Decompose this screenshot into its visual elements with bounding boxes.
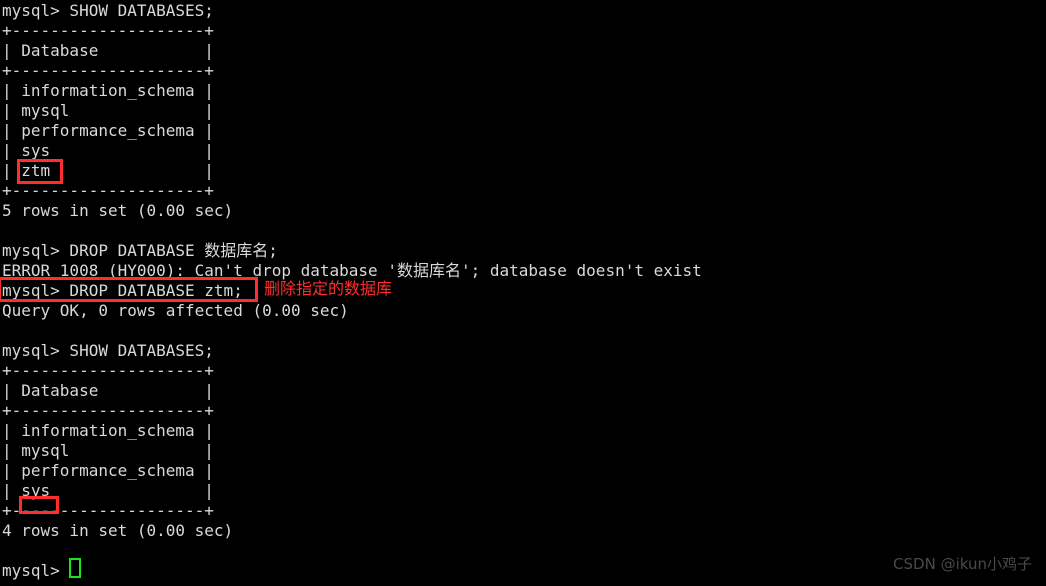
terminal-line-status: 4 rows in set (0.00 sec) xyxy=(2,521,234,540)
terminal-line-table-row: | sys | xyxy=(2,141,214,160)
terminal-line-command: mysql> SHOW DATABASES; xyxy=(2,341,214,360)
terminal-line-table-row: | information_schema | xyxy=(2,421,214,440)
terminal-line-command: mysql> DROP DATABASE ztm; xyxy=(2,281,243,300)
terminal-line-table-border: +--------------------+ xyxy=(2,61,214,80)
text-cursor xyxy=(69,558,81,578)
annotation-drop-database-label: 删除指定的数据库 xyxy=(264,279,393,298)
terminal-output[interactable]: mysql> SHOW DATABASES; +-----------------… xyxy=(0,0,1046,581)
csdn-watermark: CSDN @ikun小鸡子 xyxy=(893,555,1032,573)
terminal-line-table-row: | performance_schema | xyxy=(2,121,214,140)
terminal-line-table-row: | information_schema | xyxy=(2,81,214,100)
terminal-line-status: Query OK, 0 rows affected (0.00 sec) xyxy=(2,301,349,320)
terminal-line-error: ERROR 1008 (HY000): Can't drop database … xyxy=(2,261,702,280)
terminal-line-table-border: +--------------------+ xyxy=(2,401,214,420)
terminal-line-table-row: | mysql | xyxy=(2,101,214,120)
terminal-line-command: mysql> SHOW DATABASES; xyxy=(2,1,214,20)
terminal-line-prompt: mysql> xyxy=(2,561,70,580)
terminal-line-table-border: +--------------------+ xyxy=(2,361,214,380)
terminal-line-table-row: | performance_schema | xyxy=(2,461,214,480)
terminal-screen: mysql> SHOW DATABASES; +-----------------… xyxy=(0,0,1046,586)
terminal-line-status: 5 rows in set (0.00 sec) xyxy=(2,201,234,220)
terminal-line-table-row: | ztm | xyxy=(2,161,214,180)
terminal-line-table-border: +--------------------+ xyxy=(2,21,214,40)
terminal-line-table-border: +--------------------+ xyxy=(2,181,214,200)
terminal-line-table-border: +--------------------+ xyxy=(2,501,214,520)
terminal-line-command: mysql> DROP DATABASE 数据库名; xyxy=(2,241,278,260)
terminal-line-table-row: | sys | xyxy=(2,481,214,500)
terminal-line-table-header: | Database | xyxy=(2,381,214,400)
terminal-line-table-header: | Database | xyxy=(2,41,214,60)
terminal-line-table-row: | mysql | xyxy=(2,441,214,460)
